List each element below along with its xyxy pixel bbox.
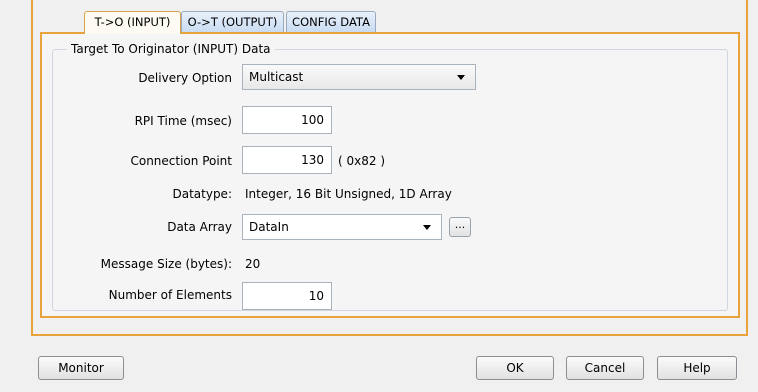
- message-size-label: Message Size (bytes):: [100, 257, 232, 271]
- message-size-value: 20: [245, 257, 261, 271]
- chevron-down-icon: [457, 75, 465, 80]
- cancel-button[interactable]: Cancel: [566, 356, 644, 380]
- data-array-value: DataIn: [249, 220, 289, 234]
- data-array-select[interactable]: DataIn: [242, 214, 442, 240]
- delivery-option-label: Delivery Option: [138, 71, 232, 85]
- datatype-value: Integer, 16 Bit Unsigned, 1D Array: [245, 187, 452, 201]
- num-elements-input[interactable]: 10: [242, 282, 332, 310]
- num-elements-label: Number of Elements: [108, 288, 232, 302]
- tab-input[interactable]: T->O (INPUT): [84, 11, 181, 34]
- rpi-time-label: RPI Time (msec): [134, 114, 232, 128]
- ok-button[interactable]: OK: [476, 356, 554, 380]
- connection-point-hex: ( 0x82 ): [338, 154, 385, 168]
- connection-point-input[interactable]: 130: [242, 146, 332, 174]
- monitor-button[interactable]: Monitor: [38, 356, 124, 380]
- connection-point-label: Connection Point: [130, 154, 232, 168]
- rpi-time-input[interactable]: 100: [242, 106, 332, 134]
- help-button[interactable]: Help: [657, 356, 737, 380]
- delivery-option-value: Multicast: [249, 70, 304, 84]
- tab-panel: Target To Originator (INPUT) Data Delive…: [40, 32, 740, 318]
- delivery-option-select[interactable]: Multicast: [242, 64, 476, 90]
- datatype-label: Datatype:: [172, 187, 232, 201]
- data-array-label: Data Array: [167, 220, 232, 234]
- tab-config-data[interactable]: CONFIG DATA: [286, 11, 376, 32]
- chevron-down-icon: [423, 225, 431, 230]
- tab-output[interactable]: O->T (OUTPUT): [181, 11, 284, 32]
- browse-data-array-button[interactable]: ...: [449, 217, 471, 237]
- groupbox-title: Target To Originator (INPUT) Data: [67, 42, 275, 56]
